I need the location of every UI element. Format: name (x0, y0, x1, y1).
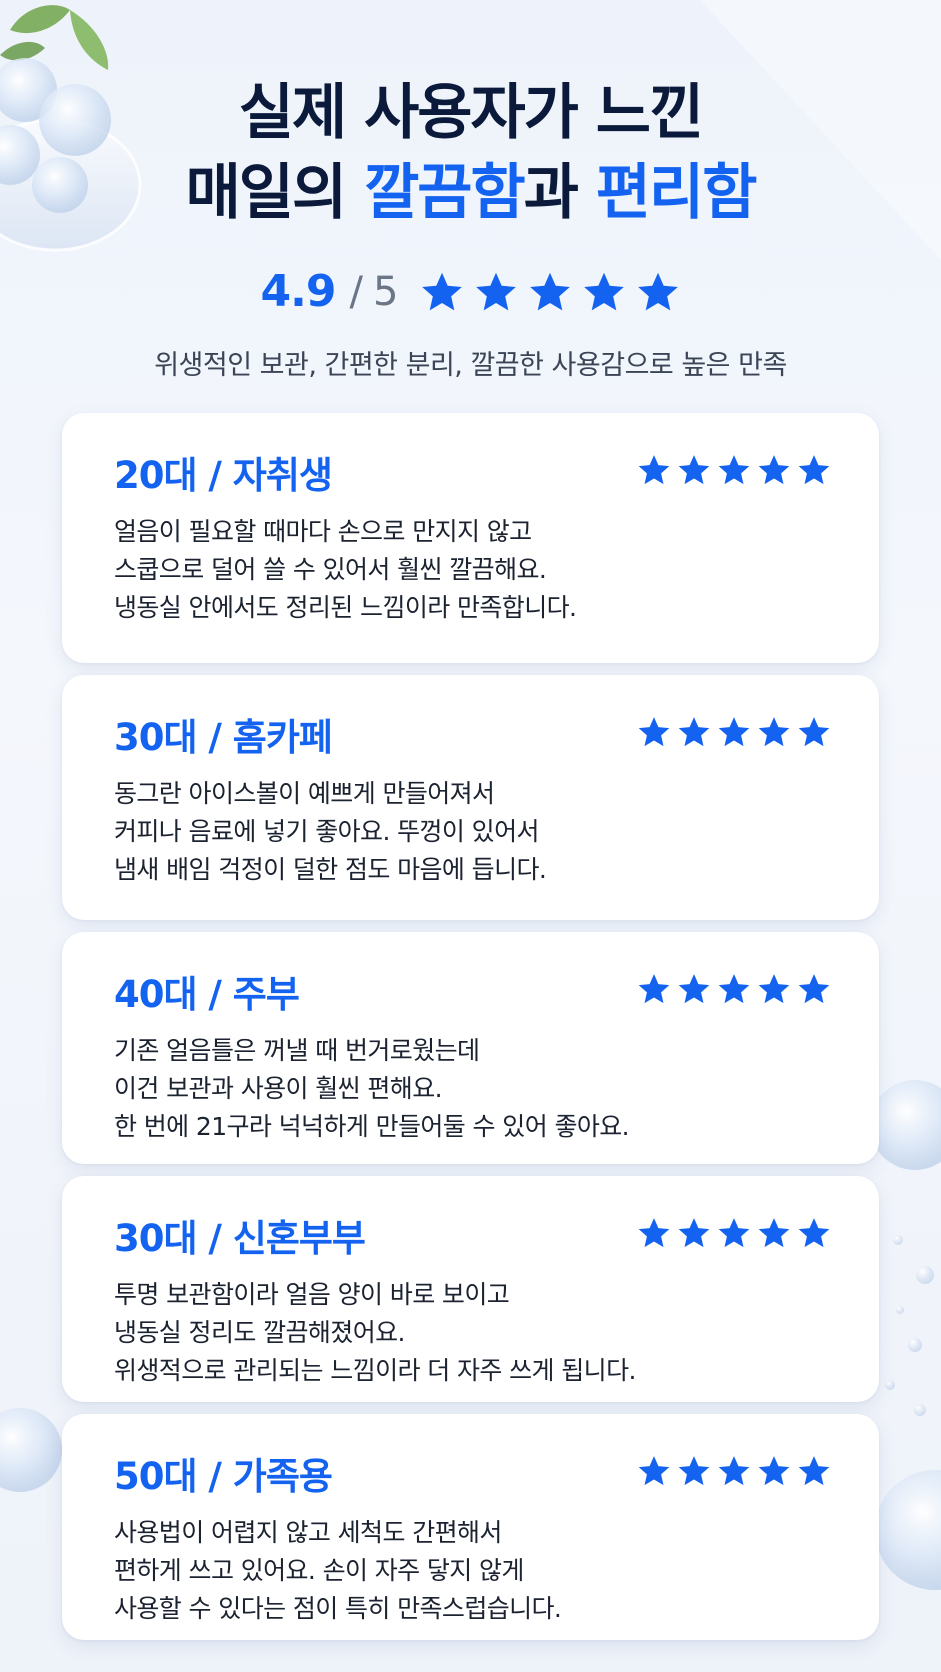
review-text-line: 편하게 쓰고 있어요. 손이 자주 닿지 않게 (114, 1556, 524, 1585)
review-card: 40대 / 주부기존 얼음틀은 꺼낼 때 번거로웠는데이건 보관과 사용이 훨씬… (62, 932, 879, 1164)
review-text-line: 냄새 배임 걱정이 덜한 점도 마음에 듭니다. (114, 855, 547, 884)
ice-ball-icon (870, 1080, 941, 1170)
review-card: 30대 / 홈카페동그란 아이스볼이 예쁘게 만들어져서커피나 음료에 넣기 좋… (62, 675, 879, 920)
review-card: 20대 / 자취생얼음이 필요할 때마다 손으로 만지지 않고스쿱으로 덜어 쓸… (62, 413, 879, 663)
star-icon (798, 717, 830, 747)
star-icon (422, 272, 463, 310)
star-icon (758, 455, 790, 485)
page-title-line1: 실제 사용자가 느낀 (238, 78, 704, 148)
review-text-line: 냉동실 정리도 깔끔해졌어요. (114, 1318, 405, 1347)
title-conjunction: 과 (523, 158, 596, 228)
review-text-line: 사용법이 어렵지 않고 세척도 간편해서 (114, 1518, 502, 1547)
review-stars (637, 715, 831, 749)
star-icon (678, 974, 710, 1004)
review-title: 20대 / 자취생 (114, 454, 333, 497)
review-card: 30대 / 신혼부부투명 보관함이라 얼음 양이 바로 보이고냉동실 정리도 깔… (62, 1176, 879, 1402)
review-title: 30대 / 신혼부부 (114, 1217, 366, 1260)
review-text-line: 사용할 수 있다는 점이 특히 만족스럽습니다. (114, 1594, 562, 1623)
ice-ball-icon (0, 1408, 62, 1492)
review-text-line: 동그란 아이스볼이 예쁘게 만들어져서 (114, 779, 495, 808)
review-text-line: 냉동실 안에서도 정리된 느낌이라 만족합니다. (114, 593, 577, 622)
overall-rating: 4.9 / 5 (0, 266, 941, 317)
star-icon (798, 455, 830, 485)
review-body: 투명 보관함이라 얼음 양이 바로 보이고냉동실 정리도 깔끔해졌어요. 위생적으… (114, 1276, 834, 1390)
title-prefix: 매일의 (185, 158, 365, 228)
star-icon (638, 974, 670, 1004)
page-title-line2: 매일의 깔끔함과 편리함 (0, 163, 941, 223)
review-text-line: 기존 얼음틀은 꺼낼 때 번거로웠는데 (114, 1036, 480, 1065)
star-icon (758, 1456, 790, 1486)
ice-ball-icon (875, 1470, 941, 1590)
review-text-line: 커피나 음료에 넣기 좋아요. 뚜껑이 있어서 (114, 817, 539, 846)
star-icon (638, 455, 670, 485)
review-stars (637, 972, 831, 1006)
star-icon (758, 717, 790, 747)
star-icon (718, 974, 750, 1004)
star-icon (758, 1218, 790, 1248)
review-stars (637, 1216, 831, 1250)
star-icon (638, 1218, 670, 1248)
star-icon (718, 455, 750, 485)
water-droplets-icon (885, 1235, 934, 1416)
star-icon (758, 974, 790, 1004)
review-text-line: 위생적으로 관리되는 느낌이라 더 자주 쓰게 됩니다. (114, 1356, 636, 1385)
star-icon (638, 1456, 670, 1486)
review-title: 30대 / 홈카페 (114, 716, 333, 759)
rating-stars (420, 270, 680, 314)
review-body: 동그란 아이스볼이 예쁘게 만들어져서커피나 음료에 넣기 좋아요. 뚜껑이 있… (114, 775, 834, 889)
star-icon (798, 1456, 830, 1486)
review-text-line: 투명 보관함이라 얼음 양이 바로 보이고 (114, 1280, 510, 1309)
star-icon (678, 1218, 710, 1248)
star-icon (638, 272, 679, 310)
review-body: 기존 얼음틀은 꺼낼 때 번거로웠는데이건 보관과 사용이 훨씬 편해요. 한 번… (114, 1032, 834, 1146)
star-icon (584, 272, 625, 310)
star-icon (638, 717, 670, 747)
review-text-line: 이건 보관과 사용이 훨씬 편해요. (114, 1074, 443, 1103)
leaf-icon (0, 5, 109, 70)
star-icon (718, 1218, 750, 1248)
review-card: 50대 / 가족용사용법이 어렵지 않고 세척도 간편해서편하게 쓰고 있어요.… (62, 1414, 879, 1640)
star-icon (530, 272, 571, 310)
review-stars (637, 453, 831, 487)
title-accent-cleanliness: 깔끔함 (364, 158, 526, 228)
star-icon (718, 1456, 750, 1486)
page-subtitle: 위생적인 보관, 간편한 분리, 깔끔한 사용감으로 높은 만족 (154, 350, 787, 381)
title-accent-convenience: 편리함 (595, 158, 758, 228)
star-icon (678, 717, 710, 747)
star-icon (718, 717, 750, 747)
rating-separator: / (349, 268, 363, 315)
review-body: 얼음이 필요할 때마다 손으로 만지지 않고스쿱으로 덜어 쓸 수 있어서 훨씬… (114, 513, 834, 627)
star-icon (678, 455, 710, 485)
star-icon (798, 1218, 830, 1248)
review-stars (637, 1454, 831, 1488)
review-text-line: 스쿱으로 덜어 쓸 수 있어서 훨씬 깔끔해요. (114, 555, 547, 584)
star-icon (476, 272, 517, 310)
review-text-line: 한 번에 21구라 넉넉하게 만들어둘 수 있어 좋아요. (114, 1112, 630, 1141)
review-title: 40대 / 주부 (114, 973, 300, 1016)
star-icon (798, 974, 830, 1004)
review-body: 사용법이 어렵지 않고 세척도 간편해서편하게 쓰고 있어요. 손이 자주 닿지… (114, 1514, 834, 1628)
review-title: 50대 / 가족용 (114, 1455, 333, 1498)
review-text-line: 얼음이 필요할 때마다 손으로 만지지 않고 (114, 517, 532, 546)
rating-score: 4.9 (260, 266, 337, 317)
rating-max: 5 (372, 268, 399, 315)
star-icon (678, 1456, 710, 1486)
